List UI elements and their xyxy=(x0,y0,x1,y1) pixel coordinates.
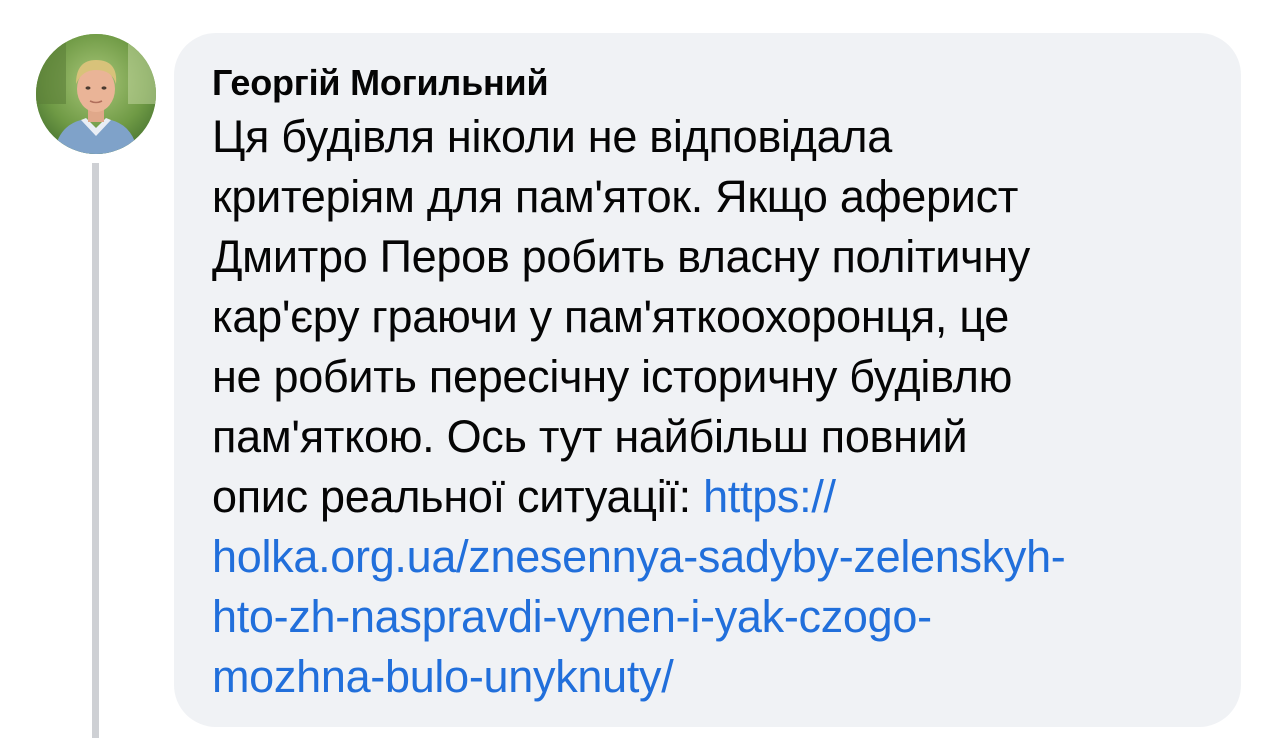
comment-link[interactable]: mozhna-bulo-unyknuty/ xyxy=(212,651,674,702)
comment-link-line: holka.org.ua/znesennya-sadyby-zelenskyh- xyxy=(212,527,1212,587)
comment-text-line: Дмитро Перов робить власну політичну xyxy=(212,231,1030,282)
comment-bubble: Георгій Могильний Ця будівля ніколи не в… xyxy=(174,33,1241,727)
comment-text-line: кар'єру граючи у пам'яткоохоронця, це xyxy=(212,291,1010,342)
comment-author-name[interactable]: Георгій Могильний xyxy=(212,61,1211,105)
author-avatar[interactable] xyxy=(36,34,156,154)
reply-thread-line xyxy=(92,163,99,738)
comment-link[interactable]: https:// xyxy=(703,471,836,522)
comment-text-line: не робить пересічну історичну будівлю xyxy=(212,351,1013,402)
profile-photo-icon xyxy=(36,34,156,154)
comment-link-line: mozhna-bulo-unyknuty/ xyxy=(212,647,1212,707)
comment-text-fragment: опис реальної ситуації: xyxy=(212,471,704,522)
comment-text-line-with-link: опис реальної ситуації: https:// xyxy=(212,467,1212,527)
comment-text: Ця будівля ніколи не відповідала критері… xyxy=(212,107,1212,707)
comment-text-line: Ця будівля ніколи не відповідала xyxy=(212,111,892,162)
comment-text-line: критеріям для пам'яток. Якщо аферист xyxy=(212,171,1019,222)
comment-link[interactable]: hto-zh-naspravdi-vynen-i-yak-czogo- xyxy=(212,591,932,642)
comment-link[interactable]: holka.org.ua/znesennya-sadyby-zelenskyh- xyxy=(212,531,1066,582)
comment-text-line: пам'яткою. Ось тут найбільш повний xyxy=(212,411,968,462)
comment-link-line: hto-zh-naspravdi-vynen-i-yak-czogo- xyxy=(212,587,1212,647)
